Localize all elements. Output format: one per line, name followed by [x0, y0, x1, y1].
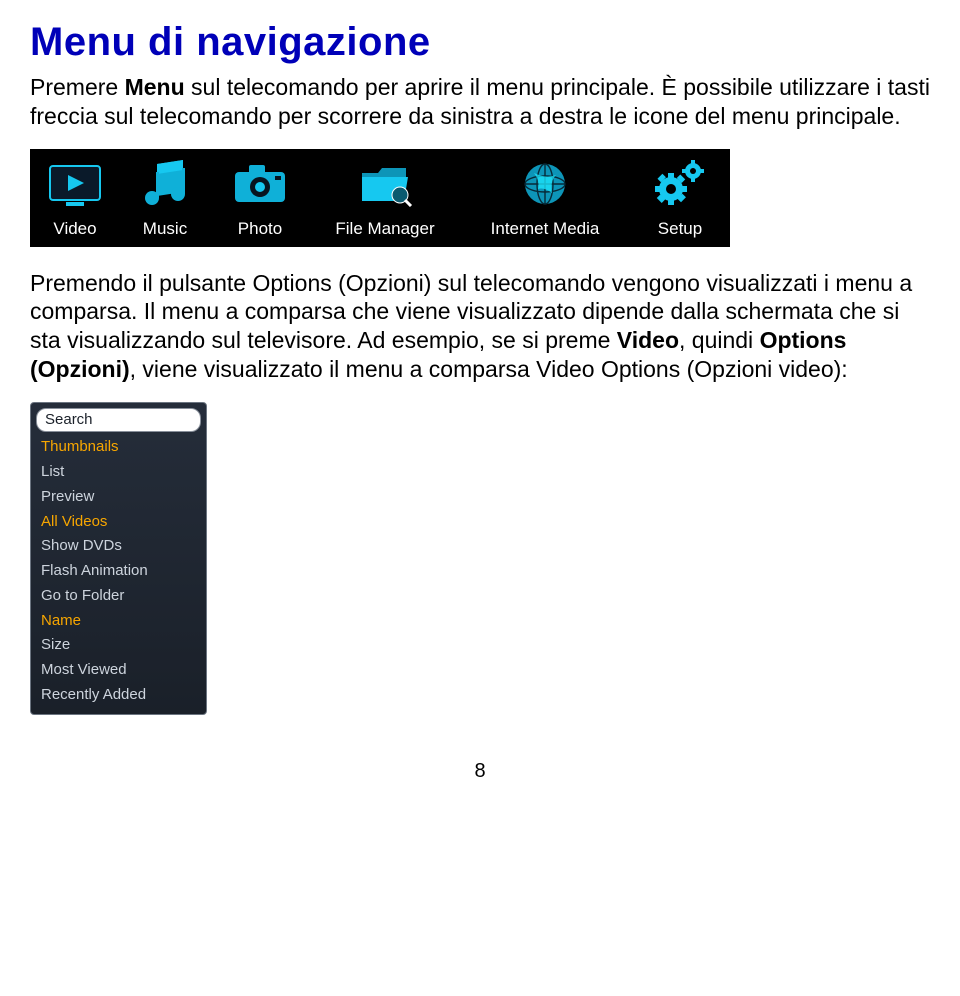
- gear-icon: [649, 155, 711, 213]
- menu-label-photo: Photo: [210, 219, 310, 239]
- page-title: Menu di navigazione: [30, 20, 930, 65]
- menu-label-video: Video: [30, 219, 120, 239]
- menu-label-music: Music: [120, 219, 210, 239]
- menu-label-internetmedia: Internet Media: [460, 219, 630, 239]
- popup-item-thumbnails[interactable]: Thumbnails: [31, 435, 206, 460]
- popup-item-preview[interactable]: Preview: [31, 485, 206, 510]
- menu-item-music[interactable]: Music: [120, 149, 210, 247]
- menu-item-internetmedia[interactable]: Internet Media: [460, 149, 630, 247]
- text: , quindi: [679, 327, 760, 353]
- popup-item-size[interactable]: Size: [31, 633, 206, 658]
- bold-menu: Menu: [125, 74, 185, 100]
- menu-item-filemanager[interactable]: File Manager: [310, 149, 460, 247]
- menu-item-video[interactable]: Video: [30, 149, 120, 247]
- popup-item-flash-animation[interactable]: Flash Animation: [31, 559, 206, 584]
- menu-item-setup[interactable]: Setup: [630, 149, 730, 247]
- photo-icon: [229, 155, 291, 213]
- popup-item-go-to-folder[interactable]: Go to Folder: [31, 584, 206, 609]
- popup-item-list[interactable]: List: [31, 460, 206, 485]
- popup-item-search[interactable]: Search: [36, 408, 201, 433]
- menu-label-filemanager: File Manager: [310, 219, 460, 239]
- globe-icon: [514, 155, 576, 213]
- popup-item-show-dvds[interactable]: Show DVDs: [31, 534, 206, 559]
- text: Premere: [30, 74, 125, 100]
- popup-item-name[interactable]: Name: [31, 609, 206, 634]
- video-icon: [44, 155, 106, 213]
- menu-label-setup: Setup: [630, 219, 730, 239]
- popup-item-most-viewed[interactable]: Most Viewed: [31, 658, 206, 683]
- paragraph-1: Premere Menu sul telecomando per aprire …: [30, 73, 930, 131]
- popup-item-all-videos[interactable]: All Videos: [31, 510, 206, 535]
- main-menu-strip: Video Music Photo: [30, 149, 730, 247]
- music-icon: [134, 155, 196, 213]
- bold-video: Video: [617, 327, 679, 353]
- page-number: 8: [30, 760, 930, 783]
- paragraph-2: Premendo il pulsante Options (Opzioni) s…: [30, 269, 930, 384]
- popup-item-recently-added[interactable]: Recently Added: [31, 683, 206, 708]
- folder-icon: [354, 155, 416, 213]
- text: , viene visualizzato il menu a comparsa …: [130, 356, 848, 382]
- menu-item-photo[interactable]: Photo: [210, 149, 310, 247]
- video-options-popup: SearchThumbnailsListPreviewAll VideosSho…: [30, 402, 207, 715]
